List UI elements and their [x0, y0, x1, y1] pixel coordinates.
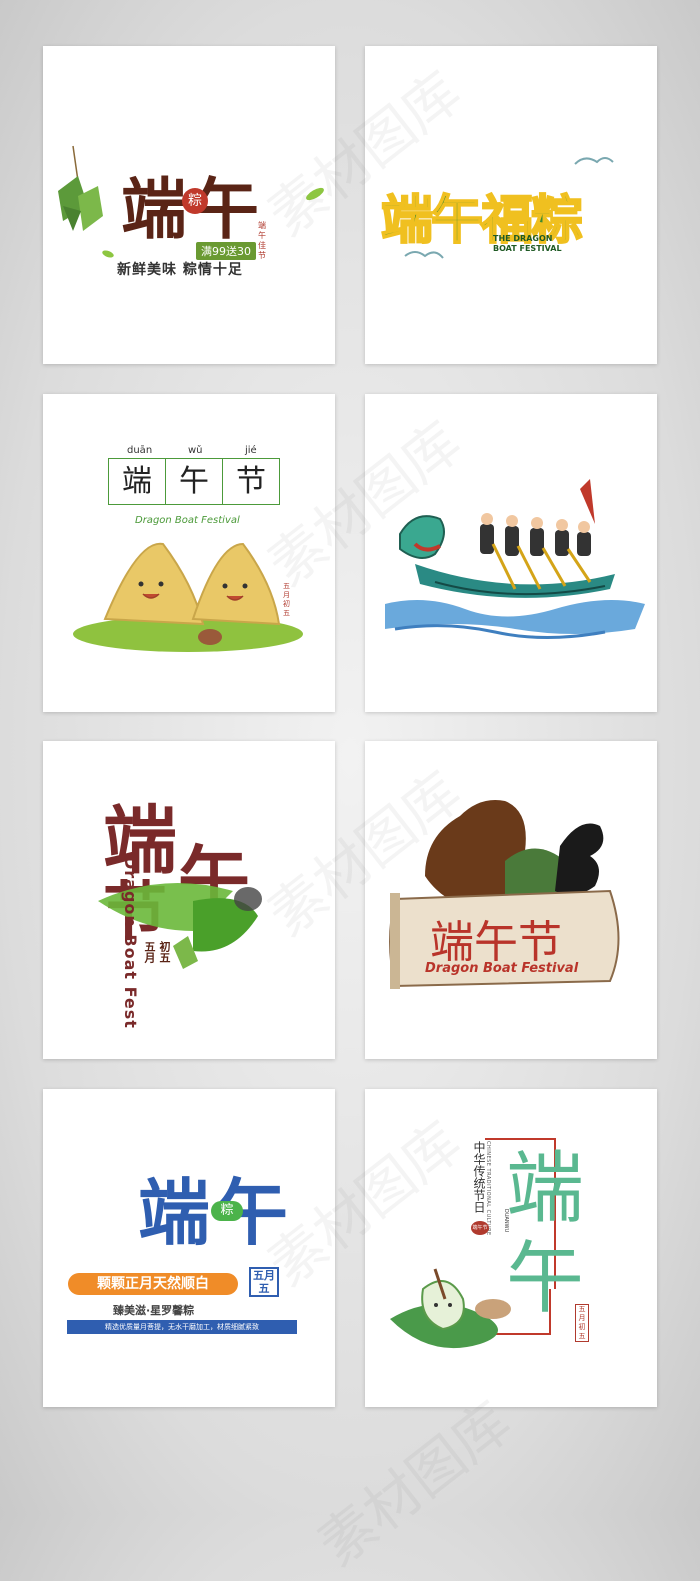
card-duanwu-colorful[interactable]: 端午 粽 颗颗正月天然顺白 五月 五 臻美滋·星罗馨粽 精选优质量月菩提，无水干…: [43, 1089, 335, 1407]
card-duanwujie-scroll[interactable]: 端午节 Dragon Boat Festival: [365, 741, 657, 1059]
card-duanwu-calligraphy[interactable]: 端午 粽 满99送30 新鲜美味 粽情十足 端午佳节: [43, 46, 335, 364]
zongzi-illustration: [73, 542, 303, 652]
subtitle: 新鲜美味 粽情十足: [117, 262, 243, 278]
teapot-icon: [198, 629, 222, 645]
date-1: 五月: [143, 941, 156, 963]
vertical-english: Dragon Boat Fest: [121, 856, 140, 1029]
english-line-1: THE DRAGON: [493, 234, 553, 243]
card-5-art: [98, 883, 262, 969]
seal: 端午佳节: [258, 221, 266, 260]
card-duanwu-minimal[interactable]: 中华传统节日 CHINESE TRADITIONAL CULTURE 端午节 端…: [365, 1089, 657, 1407]
zongzi-icon: [103, 542, 205, 626]
card-duanwujie-calligraphy[interactable]: 端 午 节 Dragon Boat Fest 五月 初五: [43, 741, 335, 1059]
date-2: 五: [258, 1282, 270, 1295]
english-title: Dragon Boat Festival: [425, 961, 579, 976]
card-6-art: [389, 800, 620, 989]
badge: 粽: [211, 1201, 243, 1221]
dragon-boat-illustration: [385, 479, 645, 639]
card-duanwu-fuzong[interactable]: 端午福粽 THE DRAGON BOAT FESTIVAL: [365, 46, 657, 364]
promo-badge: 满99送30: [196, 242, 256, 260]
fine-print: 精选优质量月菩提，无水干磨加工，材质细腻紧致: [67, 1320, 297, 1334]
badge: 粽: [182, 188, 208, 214]
card-duanwujie-zongzi[interactable]: duān wǔ jié 端 午 节 Dragon Boat Festival 五…: [43, 394, 335, 712]
slogan-banner: 颗颗正月天然顺白: [68, 1273, 238, 1295]
vertical-en: CHINESE TRADITIONAL CULTURE: [485, 1141, 491, 1236]
seal: 五月初五: [283, 582, 290, 617]
cloud-icon: [574, 157, 614, 165]
title: 端午: [505, 1144, 584, 1324]
date-2: 初五: [158, 941, 171, 963]
card-dragon-boat[interactable]: [365, 394, 657, 712]
date-box: 五月 五: [249, 1267, 279, 1297]
seal: 五月初五: [575, 1304, 589, 1342]
mini-english: DUANWU: [503, 1209, 509, 1233]
watermark: 素材图库: [306, 1389, 524, 1580]
zongzi-icon: [191, 542, 281, 626]
boat-hull: [415, 564, 615, 598]
dragon-icon: [555, 823, 604, 895]
small-seal: 端午节: [471, 1221, 489, 1235]
english-line-2: BOAT FESTIVAL: [493, 244, 562, 253]
dragon-head-icon: [399, 515, 445, 559]
date-1: 五月: [253, 1269, 275, 1282]
brand: 臻美滋·星罗馨粽: [113, 1304, 195, 1317]
